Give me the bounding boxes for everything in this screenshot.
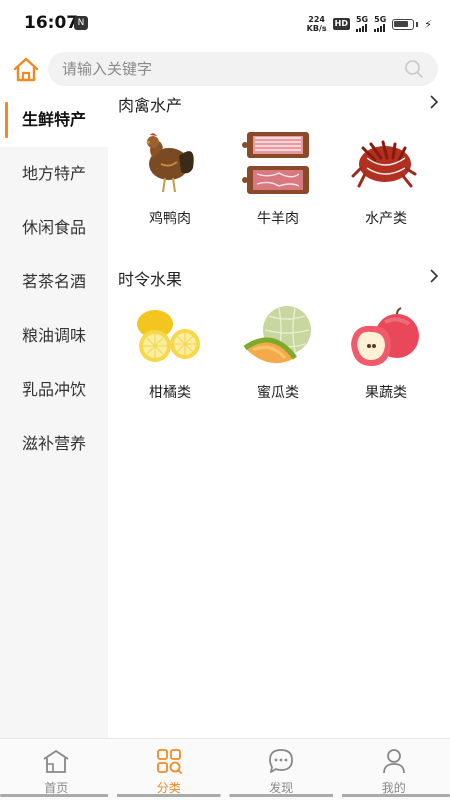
home-button[interactable] [12, 56, 40, 84]
status-indicators: 224 KB/s HD 5G 5G ⚡ [307, 14, 432, 34]
tile-label: 鸡鸭肉 [149, 211, 191, 227]
bottom-navigation: 首页 分类 发现 我的 [0, 738, 450, 800]
chicken-image [146, 133, 194, 193]
battery-icon [392, 18, 415, 30]
signal-icon: 5G [355, 15, 369, 32]
category-tile-citrus[interactable]: 柑橘类 [116, 296, 224, 416]
chat-icon [269, 749, 294, 773]
sidebar-item-nutrition[interactable]: 滋补营养 [0, 417, 108, 471]
melon-image [243, 306, 311, 364]
search-bar[interactable] [48, 52, 438, 86]
lemon-image [137, 310, 200, 362]
sidebar-item-fresh[interactable]: 生鲜特产 [0, 93, 108, 147]
chevron-right-icon [430, 95, 439, 109]
status-time: 16:07 [24, 13, 79, 33]
sidebar-item-dairy[interactable]: 乳品冲饮 [0, 363, 108, 417]
charging-icon: ⚡ [424, 17, 432, 31]
apple-image [351, 307, 419, 366]
chevron-right-icon [430, 269, 439, 283]
product-grid: 柑橘类 蜜瓜类 果蔬类 [108, 292, 450, 416]
battery-cap [416, 21, 419, 27]
signal-label: 5G [355, 15, 369, 24]
nav-profile[interactable]: 我的 [338, 739, 450, 800]
sidebar-item-grain-oil[interactable]: 粮油调味 [0, 309, 108, 363]
nav-discover[interactable]: 发现 [225, 739, 338, 800]
category-tile-melon[interactable]: 蜜瓜类 [224, 296, 332, 416]
category-tile-beef-lamb[interactable]: 牛羊肉 [224, 122, 332, 242]
tile-label: 牛羊肉 [257, 211, 299, 227]
nav-category[interactable]: 分类 [113, 739, 226, 800]
search-input[interactable] [62, 52, 382, 86]
category-tile-fruit-veg[interactable]: 果蔬类 [332, 296, 440, 416]
meat-image [242, 132, 309, 194]
category-tile-poultry[interactable]: 鸡鸭肉 [116, 122, 224, 242]
tile-label: 果蔬类 [365, 385, 407, 401]
signal-label-2: 5G [374, 15, 387, 24]
section-title: 肉禽水产 [118, 96, 183, 115]
notification-icon: N [74, 16, 88, 30]
product-grid: 鸡鸭肉 牛羊肉 水产类 [108, 118, 450, 242]
status-bar: 16:07 N 224 KB/s HD 5G 5G ⚡ [0, 0, 450, 46]
nav-home[interactable]: 首页 [0, 739, 113, 800]
section-header-fruit[interactable]: 时令水果 [108, 260, 450, 292]
sidebar-item-snacks[interactable]: 休闲食品 [0, 201, 108, 255]
sidebar-item-tea-wine[interactable]: 茗茶名酒 [0, 255, 108, 309]
category-tile-seafood[interactable]: 水产类 [332, 122, 440, 242]
signal-icon-2: 5G [374, 16, 386, 32]
home-icon [43, 750, 69, 773]
section-header-meat[interactable]: 肉禽水产 [108, 86, 450, 118]
category-icon [156, 749, 182, 774]
tile-label: 柑橘类 [149, 385, 191, 401]
home-icon [13, 57, 39, 82]
user-icon [382, 749, 405, 774]
network-speed-value: 224 [308, 15, 325, 24]
tile-label: 蜜瓜类 [257, 385, 299, 401]
tile-label: 水产类 [365, 211, 407, 227]
section-title: 时令水果 [118, 270, 183, 289]
seafood-image [351, 140, 417, 188]
network-speed-unit: KB/s [306, 24, 327, 33]
gesture-bar [0, 794, 450, 797]
hd-icon: HD [332, 18, 350, 30]
network-speed: 224 KB/s [307, 15, 327, 33]
search-icon[interactable] [404, 59, 424, 79]
category-content: 肉禽水产 鸡鸭肉 牛羊肉 水产类 时令水果 柑橘类 蜜瓜类 果蔬类 [108, 86, 450, 416]
category-sidebar: 生鲜特产 地方特产 休闲食品 茗茶名酒 粮油调味 乳品冲饮 滋补营养 [0, 93, 108, 738]
sidebar-item-local[interactable]: 地方特产 [0, 147, 108, 201]
